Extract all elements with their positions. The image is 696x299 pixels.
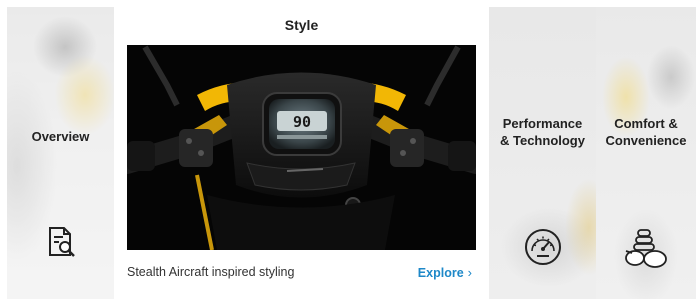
tab-comfort-label: Comfort & Convenience xyxy=(605,116,687,148)
chevron-right-icon: › xyxy=(467,265,472,280)
tab-overview[interactable]: Overview xyxy=(7,7,114,299)
scooter-dashboard-image: 90 xyxy=(127,45,476,250)
explore-label: Explore xyxy=(417,265,464,280)
tab-style[interactable]: Style 90 Stealth Aircraft inspired styli… xyxy=(114,7,489,299)
tab-performance-technology[interactable]: Performance & Technology xyxy=(489,7,596,299)
dashboard-speed-readout: 90 xyxy=(293,113,311,131)
tab-overview-label: Overview xyxy=(31,129,90,144)
tab-performance-label: Performance & Technology xyxy=(500,116,585,148)
explore-link[interactable]: Explore › xyxy=(418,265,472,280)
style-caption: Stealth Aircraft inspired styling xyxy=(127,265,295,279)
seat-comfort-icon xyxy=(622,227,670,274)
document-search-icon xyxy=(44,225,78,264)
speedometer-icon xyxy=(523,227,563,272)
tab-comfort-convenience[interactable]: Comfort & Convenience xyxy=(596,7,696,299)
tab-style-label: Style xyxy=(284,17,319,33)
